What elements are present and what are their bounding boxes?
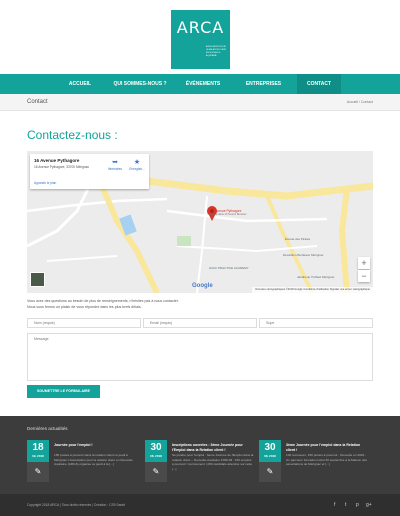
google-logo: Google <box>192 283 213 289</box>
logo-tagline: ASSOCIATION POUR LA RELATION CLIENT EN N… <box>206 46 227 57</box>
map-label-poi2: Décathlon Bordeaux Mérignac <box>283 253 324 257</box>
logo-brand: ARCA <box>176 18 225 37</box>
intro-line-2: Nous vous ferons un plaisir de vous répo… <box>27 305 142 309</box>
news-title[interactable]: Inscriptions ouvertes : 3ème Journée pou… <box>172 443 254 452</box>
email-field[interactable] <box>143 318 257 328</box>
pencil-icon: ✎ <box>145 462 167 482</box>
page-title: Contact <box>27 99 48 105</box>
news-title[interactable]: Journée pour l'emploi ! <box>54 443 136 448</box>
news-excerpt: Se joindre pour l'emploi : 3ème Journée … <box>172 453 254 471</box>
nav-item-accueil[interactable]: ACCUEIL <box>59 74 101 94</box>
arca-logo[interactable]: ARCA ASSOCIATION POUR LA RELATION CLIENT… <box>171 10 230 69</box>
pencil-icon: ✎ <box>27 462 49 482</box>
zoom-in-button[interactable]: + <box>358 257 370 269</box>
news-excerpt: 100 recruteurs, 150 postes à pourvoir - … <box>286 453 367 466</box>
map-info-card: 16 Avenue Pythagore 16 Avenue Pythagore,… <box>30 154 149 189</box>
contact-intro: Vous avez des questions au besoin de plu… <box>27 298 373 310</box>
directions-button[interactable]: ➥ Itinéraires <box>104 159 126 171</box>
page-title-bar: Contact Accueil / Contact <box>0 94 400 111</box>
zoom-out-button[interactable]: − <box>358 270 370 282</box>
news-date: 18 09, 2018 <box>27 440 49 462</box>
news-date: 30 08, 2018 <box>145 440 167 462</box>
footer-news: Dernières actualités 18 09, 2018 ✎ Journ… <box>0 416 400 494</box>
twitter-icon[interactable]: t <box>345 494 346 516</box>
map-label-poi4: Jardinerie Truffaut Mérignac <box>297 275 335 279</box>
news-item[interactable]: 30 08, 2018 ✎ Inscriptions ouvertes : 3è… <box>145 440 255 490</box>
copyright: Copyright 2018 ARCA | Tous droits réserv… <box>27 503 126 507</box>
map-attribution[interactable]: Données cartographiques ©2018 Google Con… <box>252 287 373 293</box>
news-date: 30 08, 2018 <box>259 440 281 462</box>
google-plus-icon[interactable]: g+ <box>366 494 372 516</box>
name-field[interactable] <box>27 318 141 328</box>
contact-heading: Contactez-nous : <box>27 128 118 142</box>
news-section-title: Dernières actualités <box>27 426 68 431</box>
map-label-poi3: GOLF PRACTICE ACADEMY <box>209 266 249 270</box>
news-title[interactable]: 3ème Journée pour l'emploi dans la Relat… <box>286 443 368 452</box>
satellite-toggle[interactable] <box>30 272 45 287</box>
nav-item-entreprises[interactable]: ENTREPRISES <box>236 74 291 94</box>
star-icon: ★ <box>133 159 141 166</box>
save-place-button[interactable]: ★ Enregistr... <box>126 159 148 171</box>
pinterest-icon[interactable]: p <box>356 494 359 516</box>
directions-icon: ➥ <box>112 159 118 166</box>
place-address: 16 Avenue Pythagore, 33700 Mérignac <box>34 165 90 169</box>
breadcrumb[interactable]: Accueil / Contact <box>347 94 373 110</box>
map-label-poi1: Écoute des Pirates <box>285 237 311 241</box>
bottom-bar: Copyright 2018 ARCA | Tous droits réserv… <box>0 494 400 516</box>
map-pin-label: 16 Avenue Pythagore Ferme dans 10 heures… <box>210 209 247 216</box>
google-map[interactable]: 16 Avenue Pythagore Ferme dans 10 heures… <box>27 151 373 293</box>
nav-item-contact[interactable]: CONTACT <box>297 74 341 94</box>
news-excerpt: 150 postes à pourvoir dans la relation c… <box>54 453 134 466</box>
subject-field[interactable] <box>259 318 373 328</box>
place-name: 16 Avenue Pythagore <box>34 158 80 163</box>
message-field[interactable] <box>27 333 373 381</box>
main-nav: ACCUEIL QUI SOMMES-NOUS ? ÉVÉNEMENTS ENT… <box>0 74 400 94</box>
submit-button[interactable]: SOUMETTRE LE FORMULAIRE <box>27 385 100 398</box>
facebook-icon[interactable]: f <box>334 494 335 516</box>
pencil-icon: ✎ <box>259 462 281 482</box>
news-item[interactable]: 18 09, 2018 ✎ Journée pour l'emploi ! 15… <box>27 440 137 490</box>
nav-item-qui-sommes-nous[interactable]: QUI SOMMES-NOUS ? <box>109 74 171 94</box>
news-item[interactable]: 30 08, 2018 ✎ 3ème Journée pour l'emploi… <box>259 440 369 490</box>
nav-item-evenements[interactable]: ÉVÉNEMENTS <box>180 74 226 94</box>
larger-map-link[interactable]: Agrandir le plan <box>34 181 56 185</box>
